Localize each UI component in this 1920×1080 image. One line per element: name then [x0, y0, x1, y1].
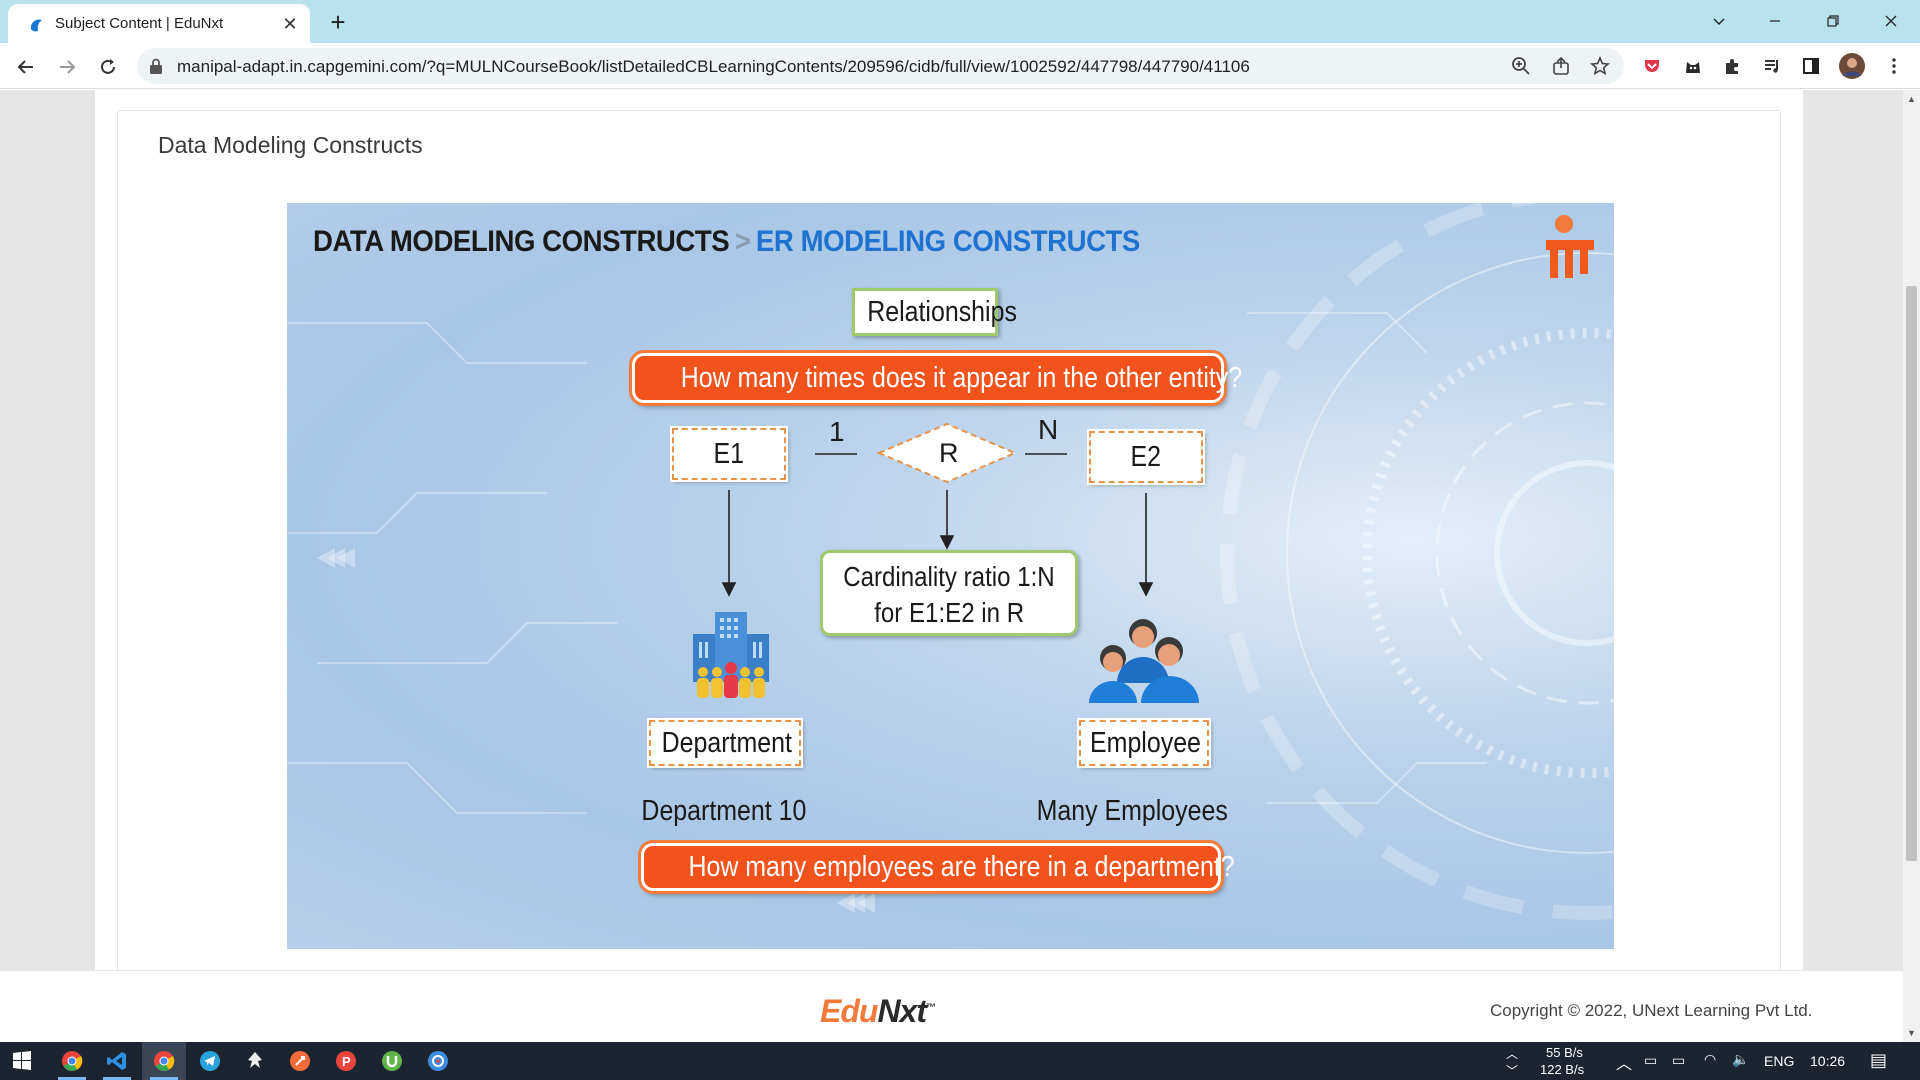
- forward-icon[interactable]: [53, 53, 81, 81]
- utorrent-taskbar-icon[interactable]: [370, 1042, 414, 1080]
- browser-tab[interactable]: Subject Content | EduNxt ✕: [8, 4, 310, 43]
- department-building-icon: [693, 612, 769, 698]
- extensions-puzzle-icon[interactable]: [1720, 54, 1744, 78]
- entity-e1-label: E1: [713, 438, 745, 470]
- scroll-down-arrow-icon[interactable]: ▼: [1907, 1028, 1916, 1038]
- cardinality-left-label: 1: [829, 416, 845, 447]
- extension-cat-icon[interactable]: [1681, 54, 1705, 78]
- net-download-speed: 122 B/s: [1540, 1062, 1585, 1077]
- inkscape-taskbar-icon[interactable]: [233, 1042, 277, 1080]
- windows-start-icon[interactable]: [0, 1042, 44, 1080]
- relationships-label-box: Relationships: [852, 288, 1017, 336]
- volume-icon[interactable]: 🔈: [1732, 1051, 1749, 1068]
- telegram-taskbar-icon[interactable]: [188, 1042, 232, 1080]
- scroll-up-arrow-icon[interactable]: ▲: [1907, 94, 1916, 104]
- profile-avatar[interactable]: [1838, 52, 1866, 80]
- department-entity-box: Department: [649, 720, 801, 766]
- entity-e1-box: E1: [672, 428, 786, 480]
- minimize-icon[interactable]: [1752, 4, 1798, 38]
- employee-label: Employee: [1090, 727, 1201, 759]
- question-bottom-banner: How many employees are there in a depart…: [641, 843, 1235, 891]
- cardinality-line-1: Cardinality ratio 1:N: [843, 561, 1055, 592]
- browser-taskbar-icon[interactable]: [416, 1042, 460, 1080]
- chrome-taskbar-icon[interactable]: [50, 1042, 94, 1080]
- meet-now-icon[interactable]: ▭: [1644, 1052, 1657, 1069]
- relationships-label: Relationships: [867, 296, 1017, 328]
- p-app-taskbar-icon[interactable]: P: [324, 1042, 368, 1080]
- entity-e2-label: E2: [1130, 441, 1162, 473]
- wifi-icon[interactable]: ◠: [1704, 1051, 1716, 1068]
- footer-logo-edu: Edu: [820, 993, 878, 1029]
- side-panel-icon[interactable]: [1799, 54, 1823, 78]
- windows-taskbar: P ︿ ﹀ 55 B/s 122 B/s ︿ ▭ ▭ ◠ 🔈 ENG 10:26…: [0, 1042, 1920, 1080]
- edunxt-footer-logo[interactable]: EduNxt™: [820, 993, 936, 1030]
- notifications-icon[interactable]: ▤: [1870, 1050, 1887, 1071]
- entity-e2-box: E2: [1089, 431, 1203, 483]
- cardinality-line-2: for E1:E2 in R: [874, 597, 1024, 628]
- question-top-banner: How many times does it appear in the oth…: [632, 353, 1242, 403]
- employees-caption: Many Employees: [997, 795, 1267, 828]
- back-icon[interactable]: [12, 53, 40, 81]
- employees-group-icon: [1089, 619, 1199, 703]
- cardinality-ratio-box: Cardinality ratio 1:N for E1:E2 in R: [820, 550, 1078, 636]
- page-scrollbar[interactable]: ▲ ▼: [1903, 90, 1920, 1042]
- url-text: manipal-adapt.in.capgemini.com/?q=MULNCo…: [177, 57, 1250, 76]
- pocket-extension-icon[interactable]: [1640, 54, 1664, 78]
- tab-search-chevron-icon[interactable]: [1696, 4, 1742, 38]
- new-tab-button[interactable]: +: [324, 8, 352, 36]
- question-top-text: How many times does it appear in the oth…: [680, 362, 1243, 394]
- employees-caption-text: Many Employees: [1036, 795, 1228, 827]
- edunxt-favicon-icon: [30, 19, 42, 32]
- chrome-active-taskbar-icon[interactable]: [142, 1042, 186, 1080]
- question-bottom-text: How many employees are there in a depart…: [688, 851, 1235, 883]
- department-label: Department: [661, 727, 792, 759]
- tray-expand-down-icon[interactable]: ﹀: [1506, 1062, 1518, 1079]
- clock-time[interactable]: 10:26: [1810, 1053, 1845, 1069]
- page-title: Data Modeling Constructs: [158, 132, 423, 158]
- relation-r-label: R: [939, 438, 959, 468]
- media-control-icon[interactable]: [1760, 54, 1784, 78]
- vscode-taskbar-icon[interactable]: [95, 1042, 139, 1080]
- reload-icon[interactable]: [94, 53, 122, 81]
- bookmark-star-icon[interactable]: [1590, 56, 1610, 76]
- hidden-icons-chevron-icon[interactable]: ︿: [1616, 1050, 1632, 1074]
- browser-tab-strip: Subject Content | EduNxt ✕ +: [0, 0, 1920, 43]
- restore-icon[interactable]: [1810, 4, 1856, 38]
- chrome-menu-icon[interactable]: [1882, 54, 1906, 78]
- input-language[interactable]: ENG: [1764, 1053, 1794, 1069]
- tray-expand-up-icon[interactable]: ︿: [1506, 1045, 1518, 1062]
- postman-taskbar-icon[interactable]: [278, 1042, 322, 1080]
- copyright-text: Copyright © 2022, UNext Learning Pvt Ltd…: [1490, 1001, 1813, 1020]
- lock-icon[interactable]: [149, 58, 163, 74]
- scroll-thumb[interactable]: [1906, 286, 1917, 861]
- battery-icon[interactable]: ▭: [1672, 1052, 1685, 1069]
- footer-logo-tm: ™: [926, 1002, 936, 1014]
- share-icon[interactable]: [1551, 56, 1571, 76]
- tab-close-icon[interactable]: ✕: [280, 14, 300, 34]
- tab-title: Subject Content | EduNxt: [55, 15, 224, 32]
- page-footer: EduNxt™ Copyright © 2022, UNext Learning…: [0, 970, 1903, 1042]
- slide-image: DATA MODELING CONSTRUCTS > ER MODELING CON…: [287, 203, 1614, 949]
- cardinality-right-label: N: [1038, 414, 1059, 445]
- address-bar[interactable]: manipal-adapt.in.capgemini.com/?q=MULNCo…: [137, 48, 1624, 84]
- zoom-icon[interactable]: [1511, 56, 1531, 76]
- department-caption-text: Department 10: [641, 795, 807, 827]
- net-upload-speed: 55 B/s: [1546, 1045, 1583, 1060]
- department-caption: Department 10: [619, 795, 829, 828]
- close-window-icon[interactable]: [1868, 4, 1914, 38]
- footer-logo-nxt: Nxt: [877, 993, 927, 1029]
- svg-text:P: P: [342, 1054, 351, 1069]
- employee-entity-box: Employee: [1079, 720, 1209, 766]
- browser-toolbar: manipal-adapt.in.capgemini.com/?q=MULNCo…: [0, 43, 1920, 89]
